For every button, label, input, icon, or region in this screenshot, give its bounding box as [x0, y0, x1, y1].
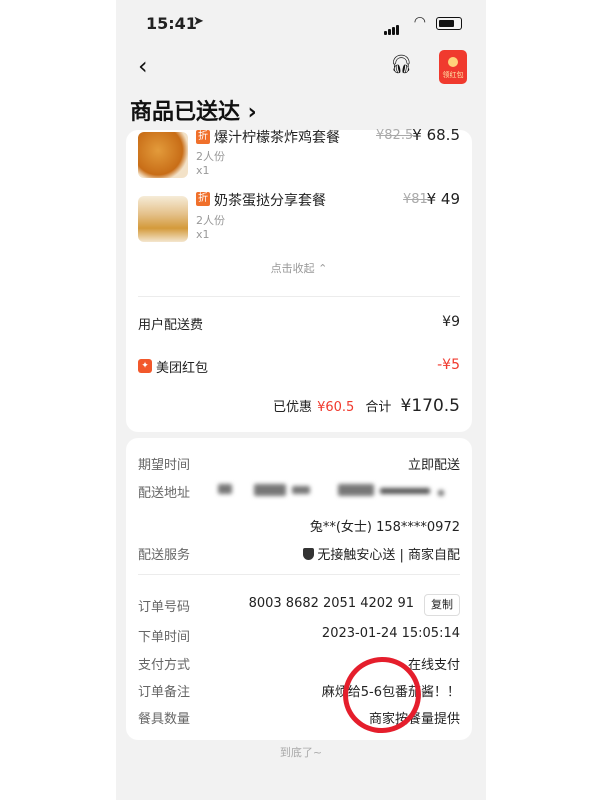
copy-button[interactable]: 复制	[424, 594, 460, 616]
divider	[138, 574, 460, 575]
delivery-fee-label: 用户配送费	[138, 318, 204, 333]
item-original-price: ¥82.5	[376, 128, 414, 143]
order-number-value: 8003 8682 2051 4202 91	[248, 596, 414, 611]
list-item[interactable]: 折 奶茶蛋挞分享套餐 ¥81 ¥ 49 2人份 x1	[126, 190, 472, 246]
order-summary: 已优惠 ¥60.5 合计 ¥170.5	[273, 396, 460, 416]
collapse-toggle[interactable]: 点击收起 ⌃	[126, 260, 472, 276]
battery-icon	[436, 17, 462, 30]
saved-label: 已优惠	[272, 400, 312, 415]
redpacket-icon	[448, 57, 458, 67]
back-icon[interactable]: ‹	[138, 52, 148, 80]
item-servings: 2人份	[196, 150, 225, 163]
item-price: ¥ 68.5	[412, 126, 460, 144]
discount-badge: 折	[196, 130, 210, 144]
order-time-label: 下单时间	[138, 630, 191, 645]
item-image	[138, 196, 188, 242]
redpacket-button[interactable]: 领红包	[439, 50, 467, 84]
redpacket-label: 美团红包	[156, 361, 209, 376]
item-name: 爆汁柠檬茶炸鸡套餐	[214, 130, 340, 146]
payment-label: 支付方式	[138, 658, 191, 673]
payment-value: 在线支付	[407, 658, 460, 673]
order-time-value: 2023-01-24 15:05:14	[321, 626, 460, 641]
item-original-price: ¥81	[403, 192, 428, 207]
order-note-label: 订单备注	[138, 685, 191, 700]
service-label: 配送服务	[138, 548, 191, 563]
total-label: 合计	[365, 400, 392, 415]
contact-info: 兔**(女士) 158****0972	[309, 520, 460, 535]
divider	[138, 296, 460, 297]
wifi-icon: ◠	[413, 14, 426, 30]
total-value: ¥170.5	[400, 396, 460, 416]
service-text: 无接触安心送 | 商家自配	[317, 548, 460, 563]
expected-time-label: 期望时间	[138, 458, 191, 473]
headset-support-icon[interactable]: 🎧︎	[390, 54, 413, 75]
item-image	[138, 132, 188, 178]
expected-time-value: 立即配送	[407, 458, 460, 473]
order-number-label: 订单号码	[138, 600, 191, 615]
redpacket-label: 领红包	[442, 71, 464, 79]
meituan-redpacket-icon: ✦	[138, 359, 152, 373]
order-items-card: 折 爆汁柠檬茶炸鸡套餐 ¥82.5 ¥ 68.5 2人份 x1 折 奶茶蛋挞分享…	[126, 126, 472, 432]
redpacket-value: -¥5	[437, 357, 460, 373]
discount-badge: 折	[196, 192, 210, 206]
status-time: 15:41	[146, 14, 197, 33]
location-arrow-icon: ➤	[193, 14, 204, 29]
item-qty: x1	[196, 164, 210, 177]
address-label: 配送地址	[138, 486, 191, 501]
delivery-fee-value: ¥9	[442, 314, 460, 330]
item-price: ¥ 49	[426, 190, 460, 208]
page-title[interactable]: 商品已送达 ›	[130, 94, 257, 126]
list-item[interactable]: 折 爆汁柠檬茶炸鸡套餐 ¥82.5 ¥ 68.5 2人份 x1	[126, 124, 472, 180]
shield-icon	[303, 548, 315, 560]
end-of-list-text: 到底了~	[279, 746, 323, 759]
cellular-signal-icon	[384, 16, 400, 35]
service-value: 无接触安心送 | 商家自配	[303, 544, 460, 563]
status-bar: 15:41 ➤ ◠	[116, 0, 486, 46]
item-name: 奶茶蛋挞分享套餐	[214, 193, 326, 209]
item-qty: x1	[196, 228, 210, 241]
phone-screen: 15:41 ➤ ◠ ‹ 🎧︎ 领红包 商品已送达 › 折 爆汁柠檬茶炸鸡套餐 ¥…	[116, 0, 486, 800]
utensils-label: 餐具数量	[138, 712, 191, 727]
saved-value: ¥60.5	[317, 400, 355, 415]
item-servings: 2人份	[196, 214, 225, 227]
nav-bar: ‹ 🎧︎ 领红包	[116, 48, 486, 88]
